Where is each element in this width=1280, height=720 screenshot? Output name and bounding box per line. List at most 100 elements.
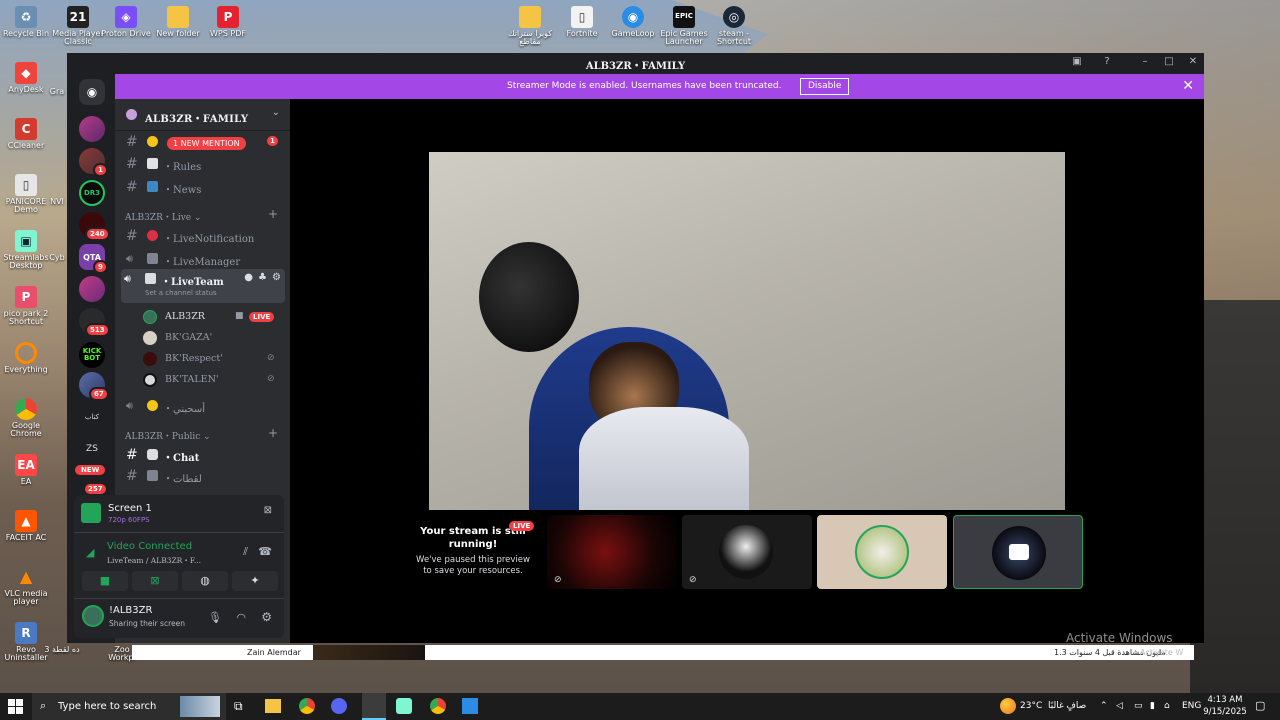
voice-user[interactable]: BK'GAZA' xyxy=(143,329,283,347)
activities-button[interactable]: ◍ xyxy=(182,571,228,591)
channel-news[interactable]: # ・News xyxy=(123,177,285,197)
screen-share-icon[interactable]: ▣ xyxy=(1069,56,1085,70)
headphones-icon[interactable]: ◠ xyxy=(236,611,246,624)
category-public[interactable]: ALB3ZR・Public ⌄ xyxy=(125,429,211,442)
voice-user[interactable]: BK'Respect' ⊘ xyxy=(143,350,283,368)
taskbar-search[interactable]: ⌕ Type here to search xyxy=(32,693,226,720)
channel-livenotification[interactable]: # ・LiveNotification xyxy=(123,226,285,246)
ea-icon: EA xyxy=(15,454,37,476)
close-banner-icon[interactable]: ✕ xyxy=(1182,78,1194,94)
new-mention-pill[interactable]: 1 NEW MENTION xyxy=(167,137,246,150)
channel-rules[interactable]: # ・Rules xyxy=(123,154,285,174)
desktop-icon-epic-games[interactable]: EPIC Epic Games Launcher xyxy=(658,6,710,47)
notification-icon[interactable]: ▢ xyxy=(1255,699,1265,712)
noise-suppression-icon[interactable]: ⫽ xyxy=(243,545,248,559)
chrome-icon xyxy=(15,398,37,420)
language-indicator[interactable]: ENG xyxy=(1182,701,1201,711)
screen-share-button[interactable]: ⊠ xyxy=(132,571,178,591)
user-settings-icon[interactable]: ⚙ xyxy=(261,610,272,624)
participant-tile[interactable]: ⊘ xyxy=(547,515,677,589)
add-member-icon[interactable]: ♣ xyxy=(258,272,267,283)
channel-voice-pull[interactable]: 🔊︎ ・أسحبني xyxy=(123,396,285,416)
desktop-icon-wps-pdf[interactable]: P WPS PDF xyxy=(202,6,254,38)
discord-home-icon[interactable]: ◉ xyxy=(79,79,105,105)
user-avatar[interactable] xyxy=(82,605,104,627)
disable-streamer-mode-button[interactable]: Disable xyxy=(800,78,850,95)
desktop-icon-panicore[interactable]: ▯ PANICORE Demo xyxy=(0,174,52,215)
chrome-taskbar-icon[interactable] xyxy=(299,698,315,714)
task-view-icon[interactable]: ⧉ xyxy=(234,699,243,714)
maximize-button[interactable]: □ xyxy=(1161,56,1177,70)
battery-icon[interactable]: ▭ xyxy=(1134,701,1143,711)
channel-status[interactable]: Set a channel status xyxy=(145,289,217,297)
desktop-icon-recycle-bin[interactable]: ♻ Recycle Bin xyxy=(0,6,52,38)
desktop-icon-ea[interactable]: EA EA xyxy=(0,454,52,486)
desktop-icon-everything[interactable]: Everything xyxy=(0,342,52,374)
discord-taskbar-icon[interactable] xyxy=(331,698,347,714)
desktop-icon-proton-drive[interactable]: ◈ Proton Drive xyxy=(100,6,152,38)
weather-temp[interactable]: 23°C xyxy=(1020,701,1042,711)
participant-tile-self[interactable] xyxy=(953,515,1083,589)
disconnect-icon[interactable]: ☎ xyxy=(258,545,272,558)
participant-tile[interactable]: ⊘ xyxy=(682,515,812,589)
chevron-down-icon[interactable]: ⌄ xyxy=(272,107,280,118)
voice-user[interactable]: ALB3ZR ■ LIVE xyxy=(143,308,283,326)
camera-button[interactable]: ■ xyxy=(82,571,128,591)
weather-text[interactable]: صافٍ غالبًا xyxy=(1048,701,1086,711)
desktop-icon-fortnite[interactable]: ▯ Fortnite xyxy=(556,6,608,38)
stop-stream-icon[interactable]: ⊠ xyxy=(264,505,272,516)
category-live[interactable]: ALB3ZR・Live ⌄ xyxy=(125,210,202,223)
desktop-icon-vlc[interactable]: ▲ VLC media player xyxy=(0,566,52,607)
windows-start-icon[interactable] xyxy=(8,699,23,714)
server-icon[interactable] xyxy=(79,276,105,302)
voice-user[interactable]: BK'TALEN' ⊘ xyxy=(143,371,283,389)
server-icon[interactable]: DR3 xyxy=(79,180,105,206)
channel-livemanager[interactable]: 🔊︎ ・LiveManager xyxy=(123,249,285,269)
weather-icon[interactable] xyxy=(1000,698,1016,714)
desktop-icon-steam[interactable]: ◎ steam - Shortcut xyxy=(708,6,760,47)
server-icon[interactable] xyxy=(79,116,105,142)
desktop-icon-media-player[interactable]: 21 Media Player Classic xyxy=(52,6,104,47)
stream-video[interactable] xyxy=(429,152,1065,510)
gear-icon[interactable]: ⚙ xyxy=(272,272,281,283)
participant-tile[interactable] xyxy=(817,515,947,589)
speaker-tray-icon[interactable]: ◁ xyxy=(1116,701,1123,711)
desktop-icon-gameloop[interactable]: ◉ GameLoop xyxy=(607,6,659,38)
desktop-icon-revo[interactable]: R Revo Uninstaller xyxy=(0,622,52,663)
clock-time: 4:13 AM xyxy=(1207,695,1243,705)
microphone-icon[interactable]: 🎙︎ xyxy=(208,611,222,624)
clock[interactable]: 4:13 AM 9/15/2025 xyxy=(1202,694,1248,718)
add-channel-icon[interactable]: + xyxy=(268,207,278,221)
chevron-up-icon[interactable]: ⌃ xyxy=(1100,701,1108,711)
desktop-icon-pico-park[interactable]: Ppico park 2 Shortcut xyxy=(0,286,52,327)
soundboard-button[interactable]: ✦ xyxy=(232,571,278,591)
desktop-icon-cobra-clips[interactable]: كوبرا ستراتك مقاطع xyxy=(504,6,556,47)
channel-clips[interactable]: # ・لقطات xyxy=(123,466,285,486)
channel-liveteam-active[interactable]: 🔊︎ ・LiveTeam Set a channel status ● ♣ ⚙ xyxy=(121,269,285,303)
add-channel-icon[interactable]: + xyxy=(268,426,278,440)
server-header[interactable]: ALB3ZR・FAMILY ⌄ xyxy=(115,99,290,131)
minimize-button[interactable]: – xyxy=(1137,56,1153,70)
chat-icon[interactable]: ● xyxy=(244,272,253,283)
server-icon-kick[interactable]: KICK BOT xyxy=(79,342,105,368)
streamlabs-taskbar-icon[interactable] xyxy=(396,698,412,714)
voice-channel-path[interactable]: LiveTeam / ALB3ZR・F... xyxy=(107,555,201,566)
file-explorer-icon[interactable] xyxy=(265,699,281,713)
server-icon-initials[interactable]: ZS xyxy=(79,436,105,462)
desktop-icon-ccleaner[interactable]: C CCleaner xyxy=(0,118,52,150)
network-icon[interactable]: ⌂ xyxy=(1164,701,1170,711)
channel-chat[interactable]: # ・Chat xyxy=(123,445,285,465)
desktop-icon-streamlabs[interactable]: ▣ Streamlabs Desktop xyxy=(0,230,52,271)
server-icon-text[interactable]: كتاب xyxy=(79,404,105,430)
desktop-icon-new-folder[interactable]: New folder xyxy=(152,6,204,38)
close-button[interactable]: ✕ xyxy=(1185,56,1201,70)
faceit-icon: ▲ xyxy=(15,510,37,532)
app-taskbar-icon[interactable] xyxy=(462,698,478,714)
voice-status[interactable]: Video Connected xyxy=(107,541,192,552)
microphone-tray-icon[interactable]: ▮ xyxy=(1150,701,1155,711)
chrome-taskbar-icon[interactable] xyxy=(430,698,446,714)
chrome-active-taskbar-icon[interactable] xyxy=(362,693,386,720)
desktop-icon-chrome[interactable]: Google Chrome xyxy=(0,398,52,439)
desktop-icon-faceit[interactable]: ▲ FACEIT AC xyxy=(0,510,52,542)
help-icon[interactable]: ? xyxy=(1099,56,1115,70)
